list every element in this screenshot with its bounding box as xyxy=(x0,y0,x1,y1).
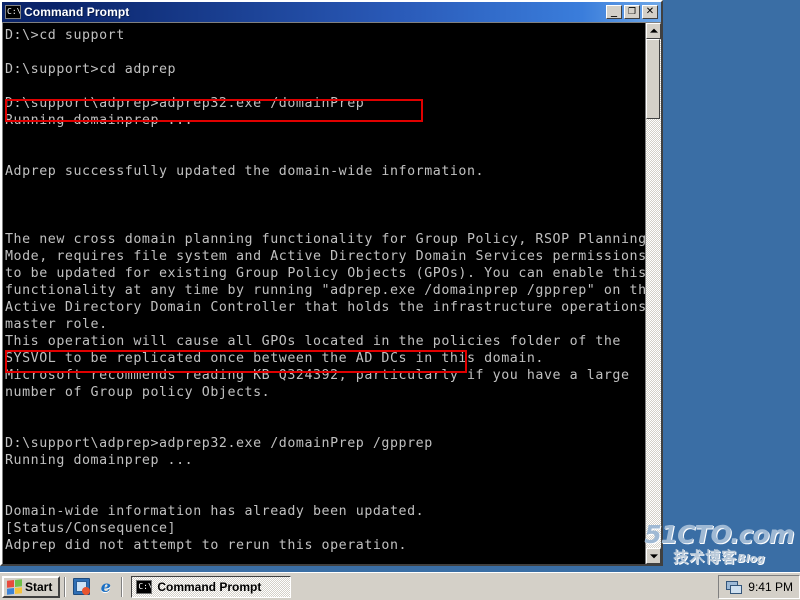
internet-explorer-icon[interactable]: e xyxy=(97,578,114,595)
console-line: D:\>cd support xyxy=(5,28,125,43)
scroll-down-arrow[interactable] xyxy=(646,548,661,564)
console-line: Domain-wide information has already been… xyxy=(5,504,425,519)
console-line: master role. xyxy=(5,317,108,332)
console-icon xyxy=(5,5,21,19)
console-line: Active Directory Domain Controller that … xyxy=(5,300,645,315)
windows-flag-icon xyxy=(7,578,22,595)
taskbar-item-command-prompt[interactable]: Command Prompt xyxy=(131,575,292,598)
window-title: Command Prompt xyxy=(24,5,130,19)
quick-launch-bar: e xyxy=(70,578,117,595)
task-button-list: Command Prompt xyxy=(127,575,718,598)
network-connection-icon[interactable] xyxy=(726,580,743,594)
console-line: Mode, requires file system and Active Di… xyxy=(5,249,645,264)
console-icon xyxy=(136,579,153,594)
minimize-icon: _ xyxy=(611,3,617,17)
console-line: Adprep did not attempt to rerun this ope… xyxy=(5,538,408,553)
scrollbar-track[interactable] xyxy=(646,39,661,548)
console-text: D:\>cd support D:\support>cd adprep D:\s… xyxy=(5,27,645,564)
watermark: 51CTO.com 技术博客Blog xyxy=(644,522,794,568)
system-tray: 9:41 PM xyxy=(718,574,800,599)
console-line: D:\support\adprep>adprep32.exe /domainPr… xyxy=(5,96,365,111)
maximize-icon: ❐ xyxy=(627,7,637,17)
window-titlebar[interactable]: Command Prompt _ ❐ ✕ xyxy=(2,2,661,22)
taskbar-divider-2 xyxy=(121,576,124,597)
console-line: Adprep successfully updated the domain-w… xyxy=(5,164,485,179)
window-client-area: D:\>cd support D:\support>cd adprep D:\s… xyxy=(2,22,661,564)
console-line: Running domainprep ... xyxy=(5,453,194,468)
console-line: Microsoft recommends reading KB Q324392,… xyxy=(5,368,630,383)
start-button-label: Start xyxy=(25,579,53,594)
watermark-main-text: 51CTO.com xyxy=(644,520,794,549)
show-desktop-icon[interactable] xyxy=(73,578,91,595)
console-line: D:\support>cd adprep xyxy=(5,62,177,77)
close-icon: ✕ xyxy=(645,6,655,17)
scroll-up-arrow[interactable] xyxy=(646,23,661,39)
console-line: This operation will cause all GPOs locat… xyxy=(5,334,621,349)
console-line: The new cross domain planning functional… xyxy=(5,232,645,247)
console-line: functionality at any time by running "ad… xyxy=(5,283,645,298)
maximize-button[interactable]: ❐ xyxy=(624,5,640,19)
taskbar: Start e Command Prompt 9:41 PM xyxy=(0,572,800,600)
close-button[interactable]: ✕ xyxy=(642,5,658,19)
watermark-sub-text: 技术博客Blog xyxy=(644,548,794,568)
console-line: to be updated for existing Group Policy … xyxy=(5,266,645,281)
taskbar-item-label: Command Prompt xyxy=(157,579,262,594)
console-output-area[interactable]: D:\>cd support D:\support>cd adprep D:\s… xyxy=(3,23,645,564)
scrollbar-thumb[interactable] xyxy=(646,39,660,119)
minimize-button[interactable]: _ xyxy=(606,3,622,19)
console-line: number of Group policy Objects. xyxy=(5,385,271,400)
console-line: D:\support\adprep>adprep32.exe /domainPr… xyxy=(5,436,433,451)
console-line: SYSVOL to be replicated once between the… xyxy=(5,351,544,366)
console-line: Running domainprep ... xyxy=(5,113,194,128)
start-button[interactable]: Start xyxy=(2,575,61,598)
vertical-scrollbar[interactable] xyxy=(645,23,661,564)
watermark-sub-cn: 技术博客 xyxy=(673,548,738,566)
watermark-sub-en: Blog xyxy=(737,552,765,565)
taskbar-divider xyxy=(64,576,67,597)
taskbar-clock[interactable]: 9:41 PM xyxy=(748,580,793,594)
window-controls: _ ❐ ✕ xyxy=(606,3,659,19)
command-prompt-window[interactable]: Command Prompt _ ❐ ✕ D:\>cd support D:\s… xyxy=(0,0,663,566)
console-line: [Status/Consequence] xyxy=(5,521,177,536)
